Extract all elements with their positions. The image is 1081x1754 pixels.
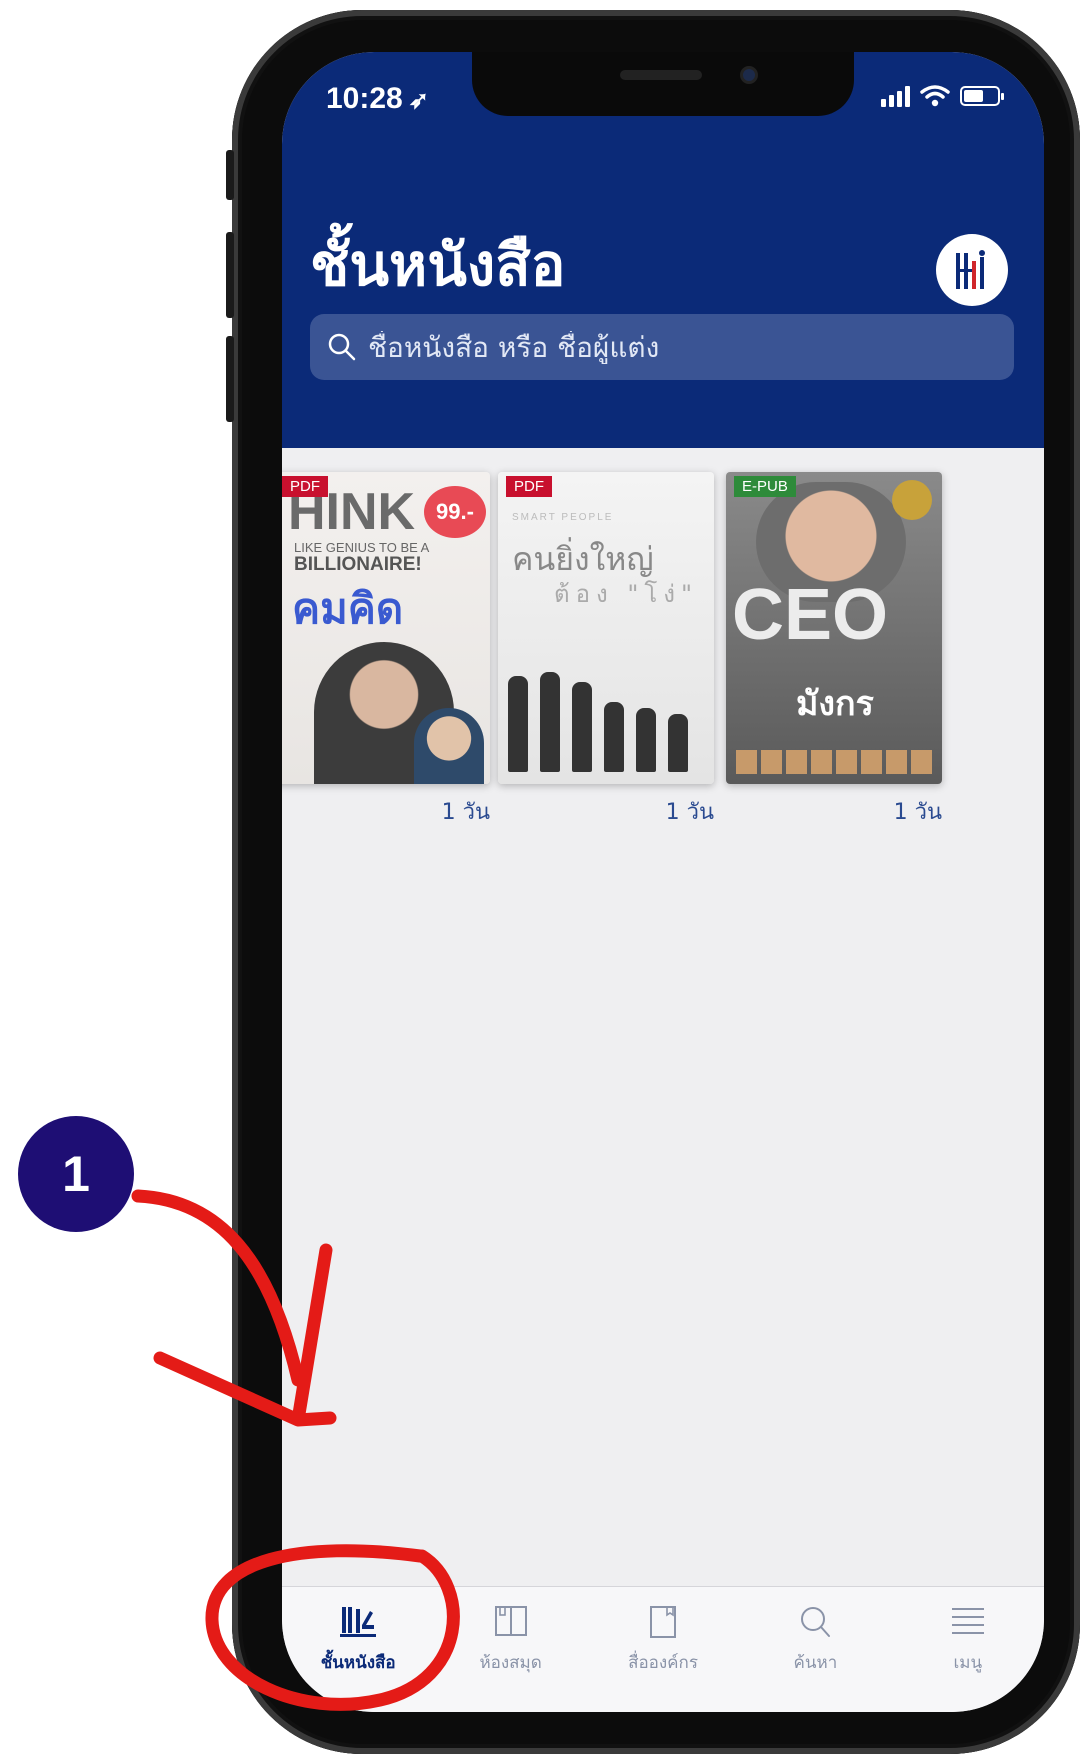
book-card[interactable]: PDF HINK 99.- LIKE GENIUS TO BE A BILLIO… xyxy=(282,472,490,825)
cover-photo xyxy=(414,708,484,784)
format-badge: PDF xyxy=(282,476,328,497)
seal-icon xyxy=(892,480,932,520)
tab-org-media[interactable]: สื่อองค์กร xyxy=(587,1587,739,1712)
book-card[interactable]: PDF SMART PEOPLE คนยิ่งใหญ่ ต้อง "โง่" 1… xyxy=(498,472,714,825)
bookshelf-grid: PDF HINK 99.- LIKE GENIUS TO BE A BILLIO… xyxy=(282,472,1044,832)
cover-art: SMART PEOPLE xyxy=(512,512,614,523)
status-time: 10:28 ➶ xyxy=(326,82,429,116)
cellular-signal-icon xyxy=(881,85,910,107)
cover-photo xyxy=(508,662,704,772)
step-number-badge: 1 xyxy=(18,1116,134,1232)
tab-label: ค้นหา xyxy=(793,1653,838,1673)
days-left-label: 1 วัน xyxy=(893,800,942,825)
notch xyxy=(472,52,854,116)
tab-label: ชั้นหนังสือ xyxy=(320,1653,396,1673)
app-header: 10:28 ➶ ชั้นหนังสือ xyxy=(282,52,1044,448)
org-media-icon xyxy=(650,1606,677,1638)
tab-label: เมนู xyxy=(953,1653,983,1673)
search-icon xyxy=(801,1607,831,1637)
page-title: ชั้นหนังสือ xyxy=(310,231,566,299)
days-left-label: 1 วัน xyxy=(665,800,714,825)
book-card[interactable]: E-PUB CEO มังกร 1 วัน xyxy=(726,472,942,825)
location-arrow-icon: ➶ xyxy=(408,87,429,114)
search-icon xyxy=(328,333,356,361)
cover-art: CEO xyxy=(732,575,889,655)
clock-text: 10:28 xyxy=(326,82,403,115)
wifi-icon xyxy=(920,85,950,107)
cover-art: คมคิด xyxy=(292,584,404,633)
search-bar[interactable] xyxy=(310,314,1014,380)
app-logo-icon xyxy=(956,250,985,289)
book-cover[interactable]: E-PUB CEO มังกร xyxy=(726,472,942,784)
phone-screen: 10:28 ➶ ชั้นหนังสือ ชื่อหนังสือ หรือ ชื่… xyxy=(282,52,1044,1712)
cover-photo xyxy=(736,750,932,774)
battery-icon xyxy=(960,86,1004,106)
silent-switch xyxy=(226,150,234,200)
book-cover[interactable]: PDF SMART PEOPLE คนยิ่งใหญ่ ต้อง "โง่" xyxy=(498,472,714,784)
tab-library[interactable]: ห้องสมุด xyxy=(434,1587,586,1712)
volume-down-button xyxy=(226,336,234,422)
bookshelf-icon xyxy=(340,1607,377,1637)
cover-art: BILLIONAIRE! xyxy=(294,554,422,575)
tab-search[interactable]: ค้นหา xyxy=(739,1587,891,1712)
tab-menu[interactable]: เมนู xyxy=(892,1587,1044,1712)
front-camera xyxy=(740,66,758,84)
days-left-label: 1 วัน xyxy=(441,800,490,825)
format-badge: E-PUB xyxy=(734,476,796,497)
tab-label: ห้องสมุด xyxy=(479,1653,542,1673)
menu-icon xyxy=(951,1608,984,1634)
format-badge: PDF xyxy=(506,476,552,497)
library-icon xyxy=(494,1606,527,1636)
tab-label: สื่อองค์กร xyxy=(628,1653,698,1673)
cover-art: 99.- xyxy=(424,486,486,538)
cover-art: ต้อง "โง่" xyxy=(554,580,699,608)
cover-art: LIKE GENIUS TO BE A xyxy=(294,540,430,555)
bottom-tab-bar: ชั้นหนังสือ ห้องสมุด สื่อองค์กร ค้นหา เม… xyxy=(282,1586,1044,1712)
search-input[interactable] xyxy=(368,330,988,364)
speaker-grille xyxy=(620,70,702,80)
app-logo-button[interactable] xyxy=(936,234,1008,306)
book-cover[interactable]: PDF HINK 99.- LIKE GENIUS TO BE A BILLIO… xyxy=(282,472,490,784)
volume-up-button xyxy=(226,232,234,318)
tab-bookshelf[interactable]: ชั้นหนังสือ xyxy=(282,1587,434,1712)
cover-art: มังกร xyxy=(796,684,874,724)
status-icons xyxy=(881,84,1004,108)
